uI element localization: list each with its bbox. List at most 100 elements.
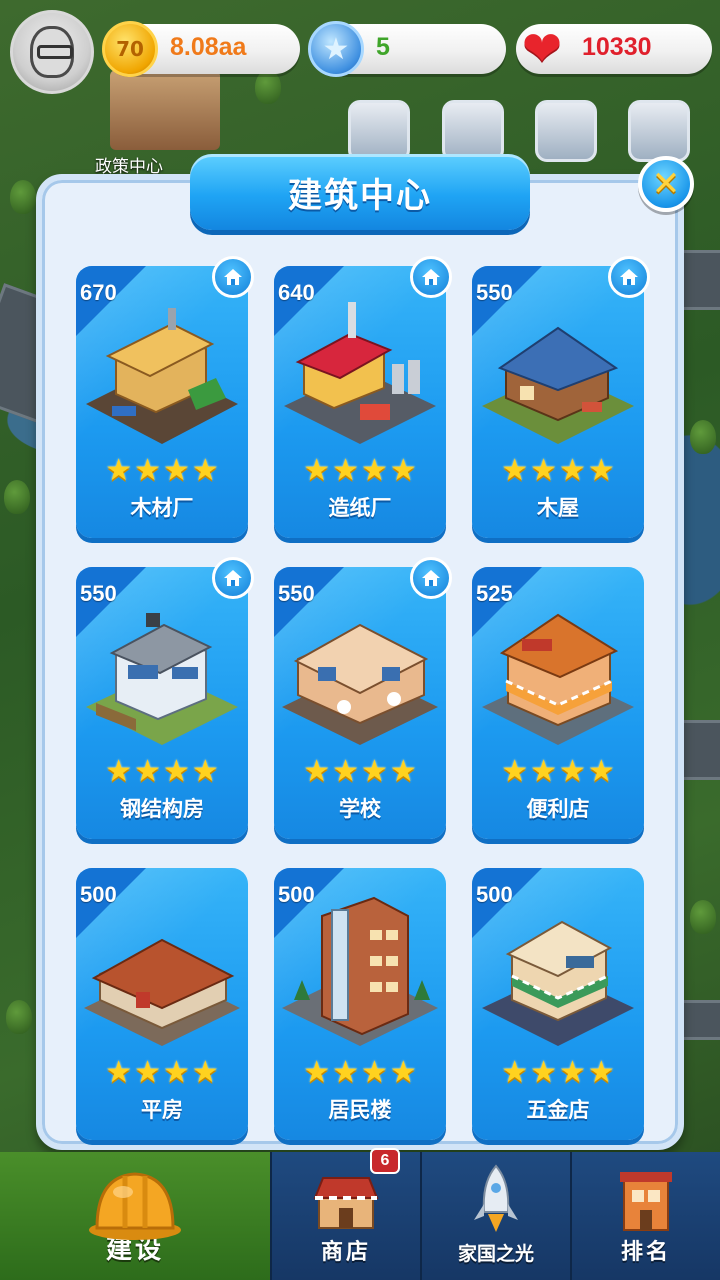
rating-star-icon: ★ [530, 754, 557, 789]
star-rating: ★ ★ ★ ★ [274, 1058, 446, 1088]
star-rating: ★ ★ ★ ★ [76, 456, 248, 486]
nav-shop-label: 商店 [320, 1240, 371, 1265]
building-illustration [282, 623, 438, 745]
nav-national-glory[interactable]: 家国之光 [420, 1152, 570, 1280]
coin-resource[interactable]: 70 8.08aa [102, 21, 300, 77]
rating-star-icon: ★ [332, 453, 359, 488]
building-illustration [282, 896, 438, 1046]
building-name: 五金店 [526, 1098, 590, 1122]
home-icon[interactable] [212, 256, 254, 298]
bottom-navigation: 建设 商店 家国之光 排名 [0, 1152, 720, 1280]
rating-star-icon: ★ [361, 1055, 388, 1090]
rating-star-icon: ★ [163, 453, 190, 488]
building-card[interactable]: 550 ★ ★ ★ ★ 钢结构房 [76, 557, 254, 839]
close-button[interactable]: ✕ [638, 156, 694, 212]
star-rating: ★ ★ ★ ★ [472, 1058, 644, 1088]
rating-star-icon: ★ [191, 754, 219, 789]
home-icon[interactable] [212, 557, 254, 599]
star-resource[interactable]: ★ 5 [308, 21, 506, 77]
no-smoking-event-icon[interactable] [535, 100, 597, 162]
rating-star-icon: ★ [303, 1055, 331, 1090]
rating-star-icon: ★ [559, 754, 586, 789]
rating-star-icon: ★ [389, 453, 417, 488]
building-name: 钢结构房 [120, 797, 204, 821]
policy-center-building[interactable] [110, 70, 220, 150]
building-name: 学校 [339, 797, 381, 821]
tree [690, 420, 716, 454]
rating-star-icon: ★ [134, 754, 161, 789]
rating-star-icon: ★ [303, 754, 331, 789]
star-rating: ★ ★ ★ ★ [472, 456, 644, 486]
rating-star-icon: ★ [587, 453, 615, 488]
building-card[interactable]: 640 ★ ★ ★ ★ 造纸厂 [274, 256, 452, 538]
star-rating: ★ ★ ★ ★ [76, 757, 248, 787]
star-rating: ★ ★ ★ ★ [472, 757, 644, 787]
nav-ranking[interactable]: 排名 [570, 1152, 720, 1280]
building-name: 造纸厂 [328, 496, 392, 520]
heart-icon: ❤ [521, 21, 563, 77]
player-avatar[interactable] [10, 10, 94, 94]
building-card[interactable]: 525 ★ ★ ★ ★ 便利店 [472, 567, 644, 839]
rating-star-icon: ★ [332, 1055, 359, 1090]
home-icon[interactable] [410, 256, 452, 298]
rating-star-icon: ★ [134, 1055, 161, 1090]
tree [4, 480, 30, 514]
nav-ranking-label: 排名 [620, 1240, 671, 1265]
coin-icon: 70 [102, 21, 158, 77]
home-icon[interactable] [608, 256, 650, 298]
rating-star-icon: ★ [332, 754, 359, 789]
tree [690, 900, 716, 934]
rating-star-icon: ★ [105, 453, 133, 488]
building-card[interactable]: 500 ★ ★ ★ ★ 平房 [76, 868, 248, 1140]
shop-notification-badge: 6 [370, 1148, 400, 1174]
building-illustration [482, 920, 634, 1046]
building-name: 便利店 [526, 797, 590, 821]
building-name: 居民楼 [328, 1098, 392, 1122]
building-illustration [284, 302, 436, 444]
building-card[interactable]: 500 ★ ★ ★ ★ 五金店 [472, 868, 644, 1140]
heart-resource[interactable]: ❤ 10330 [516, 24, 712, 74]
blue-star-icon: ★ [308, 21, 364, 77]
rating-star-icon: ★ [163, 754, 190, 789]
star-rating: ★ ★ ★ ★ [76, 1058, 248, 1088]
rating-star-icon: ★ [389, 1055, 417, 1090]
building-card[interactable]: 500 ★ ★ ★ ★ 居民楼 [274, 868, 446, 1140]
building-name: 平房 [141, 1098, 183, 1122]
building-illustration [84, 938, 240, 1046]
event-70-icon[interactable] [348, 100, 410, 162]
nav-national-glory-label: 家国之光 [457, 1243, 534, 1265]
handshake-event-icon[interactable] [442, 100, 504, 162]
building-card[interactable]: 670 ★ ★ ★ ★ 木材厂 [76, 256, 254, 538]
building-illustration [86, 308, 238, 444]
rating-star-icon: ★ [105, 1055, 133, 1090]
building-illustration [86, 613, 238, 745]
nav-build[interactable]: 建设 [0, 1152, 270, 1280]
star-rating: ★ ★ ★ ★ [274, 456, 446, 486]
coin-value: 8.08aa [170, 33, 247, 61]
rating-star-icon: ★ [191, 1055, 219, 1090]
worker-event-icon[interactable] [628, 100, 690, 162]
building-card[interactable]: 550 ★ ★ ★ ★ 学校 [274, 557, 452, 839]
building-illustration [482, 613, 634, 745]
building-illustration [482, 326, 634, 444]
heart-value: 10330 [582, 33, 652, 61]
tree [255, 70, 281, 104]
rating-star-icon: ★ [530, 1055, 557, 1090]
building-card[interactable]: 550 ★ ★ ★ ★ 木屋 [472, 256, 650, 538]
rating-star-icon: ★ [587, 754, 615, 789]
home-icon[interactable] [410, 557, 452, 599]
rating-star-icon: ★ [134, 453, 161, 488]
rating-star-icon: ★ [501, 754, 529, 789]
rating-star-icon: ★ [361, 754, 388, 789]
rating-star-icon: ★ [163, 1055, 190, 1090]
rating-star-icon: ★ [501, 1055, 529, 1090]
rating-star-icon: ★ [105, 754, 133, 789]
rating-star-icon: ★ [361, 453, 388, 488]
star-value: 5 [376, 33, 390, 61]
rating-star-icon: ★ [587, 1055, 615, 1090]
rocket-icon [474, 1164, 518, 1232]
tree [6, 1000, 32, 1034]
tree [10, 180, 36, 214]
rating-star-icon: ★ [303, 453, 331, 488]
building-name: 木材厂 [130, 496, 194, 520]
